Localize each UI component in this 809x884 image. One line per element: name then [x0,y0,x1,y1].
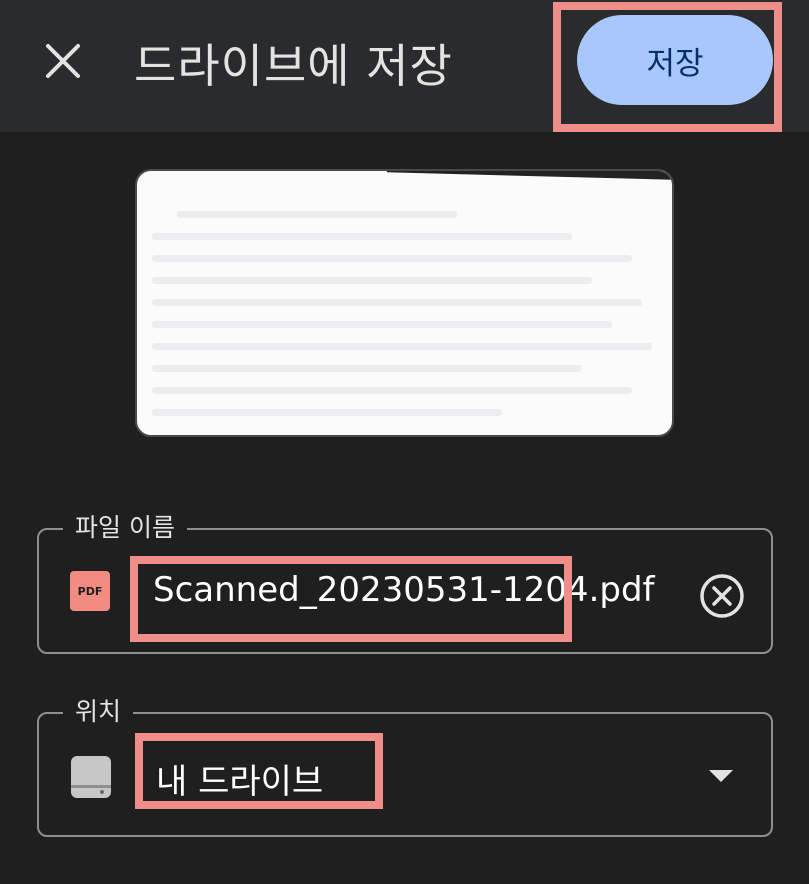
document-preview [135,169,674,437]
preview-text-line [152,277,592,284]
preview-text-line [152,233,572,240]
drive-icon [71,756,111,798]
location-select[interactable]: 내 드라이브 [156,754,323,803]
pdf-file-icon: PDF [70,571,110,611]
location-field[interactable]: 위치 내 드라이브 [37,692,773,837]
preview-text-line [152,365,582,372]
file-name-input[interactable]: Scanned_20230531-1204.pdf [153,570,655,610]
preview-text-line [177,211,457,218]
app-bar: 드라이브에 저장 저장 [0,0,809,132]
preview-text-line [152,299,642,306]
clear-icon[interactable] [698,572,746,620]
file-name-field[interactable]: 파일 이름 PDF Scanned_20230531-1204.pdf [37,508,773,654]
page-title: 드라이브에 저장 [134,39,453,93]
file-extension: .pdf [588,570,655,610]
preview-text-line [152,387,632,394]
preview-text-line [152,255,632,262]
close-icon[interactable] [40,38,86,84]
preview-text-line [152,409,502,416]
save-button[interactable]: 저장 [577,15,773,105]
file-name-label: 파일 이름 [63,508,187,544]
preview-text-line [152,343,652,350]
preview-text-line [152,321,612,328]
preview-scan-edge [386,171,672,182]
location-label: 위치 [63,692,134,728]
dropdown-arrow-icon[interactable] [707,768,735,784]
file-name-value: Scanned_20230531-1204 [153,570,589,610]
